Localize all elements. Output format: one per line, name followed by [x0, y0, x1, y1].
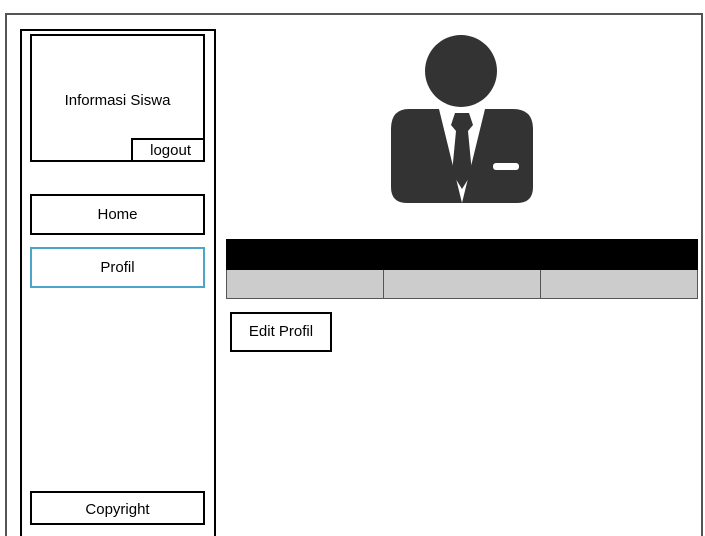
copyright-footer: Copyright — [30, 491, 205, 525]
table-cell — [383, 269, 541, 299]
table-cell — [226, 269, 384, 299]
logout-button[interactable]: logout — [131, 138, 205, 162]
avatar-head — [425, 35, 497, 107]
table-cell — [540, 269, 698, 299]
table-header-row — [226, 239, 698, 270]
avatar-pocket — [493, 163, 519, 170]
profile-table — [226, 239, 698, 299]
user-business-icon — [391, 35, 533, 203]
table-header-cell — [383, 239, 541, 270]
table-header-cell — [540, 239, 698, 270]
table-row — [226, 269, 698, 299]
table-header-cell — [226, 239, 384, 270]
nav-profil-button[interactable]: Profil — [30, 247, 205, 288]
nav-home-button[interactable]: Home — [30, 194, 205, 235]
sidebar-title: Informasi Siswa — [64, 92, 171, 109]
edit-profil-button[interactable]: Edit Profil — [230, 312, 332, 352]
